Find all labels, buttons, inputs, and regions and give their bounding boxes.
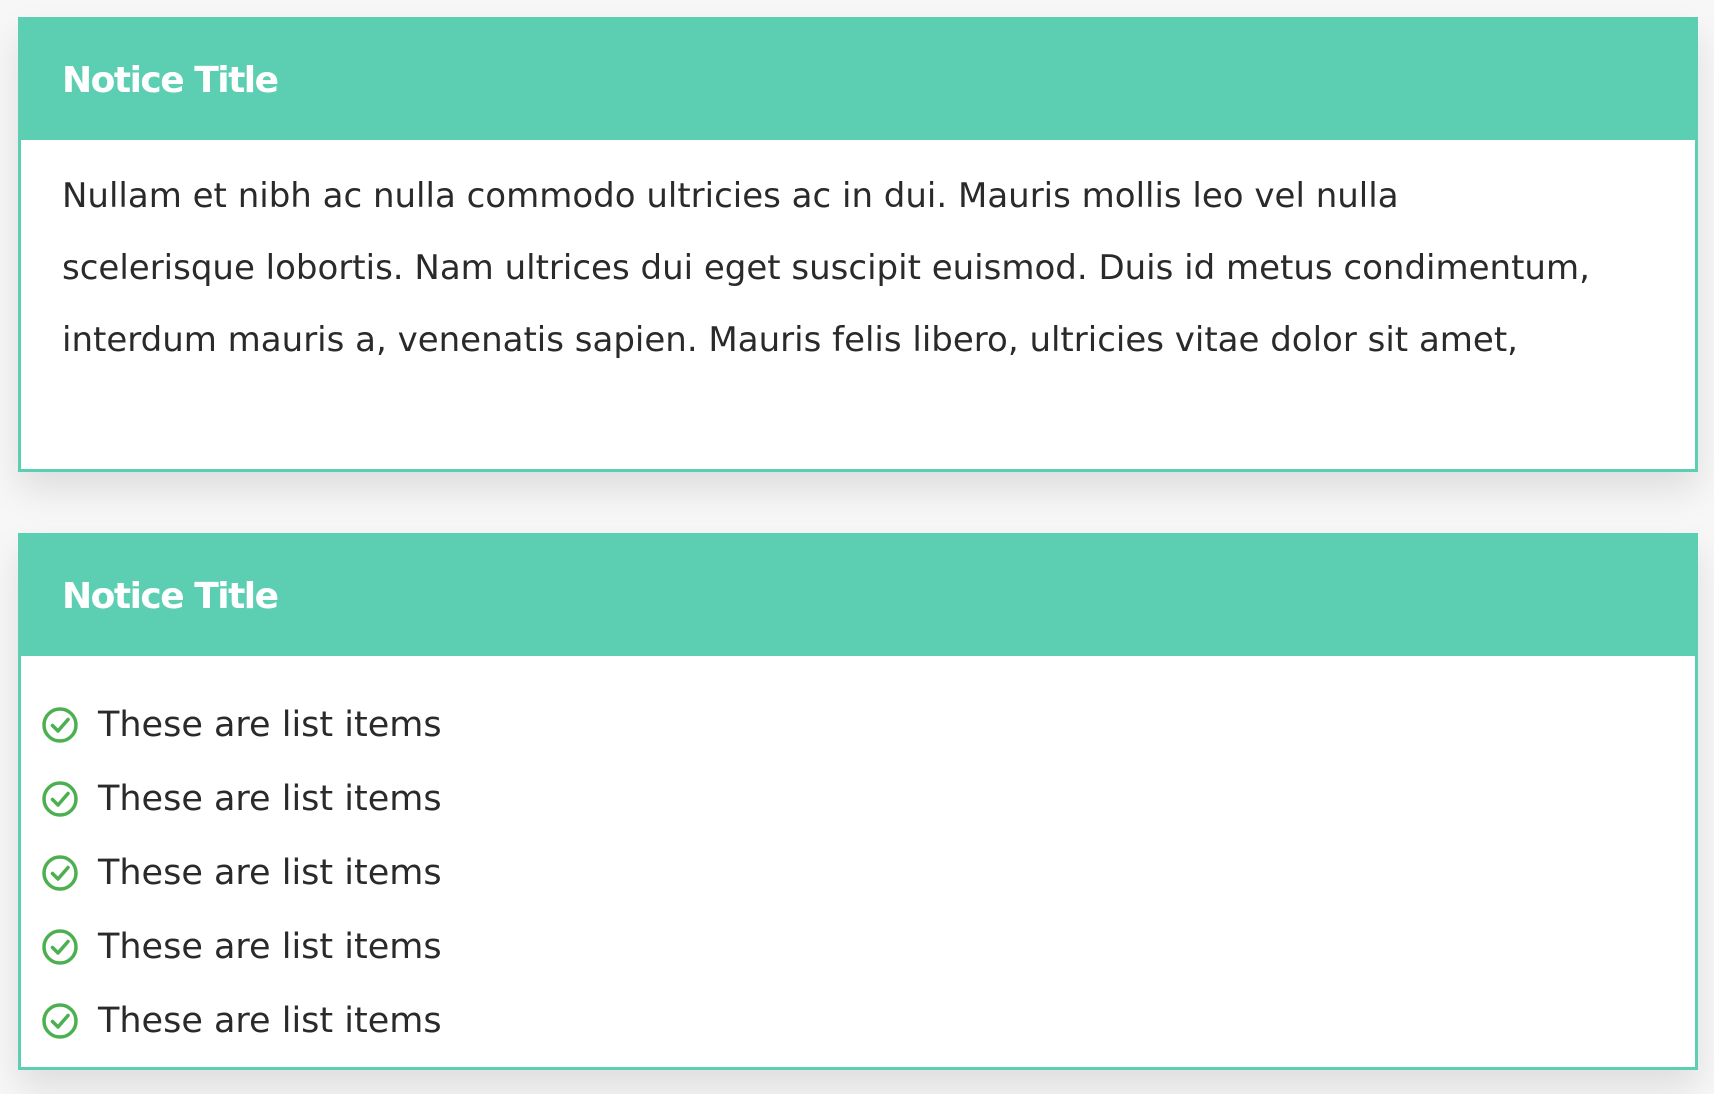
notice-header: Notice Title (21, 20, 1695, 140)
list-item-label: These are list items (98, 853, 442, 893)
list-item: These are list items (41, 762, 1695, 836)
list-item-label: These are list items (98, 927, 442, 967)
notice-body: Nullam et nibh ac nulla commodo ultricie… (62, 176, 1590, 360)
check-circle-icon (42, 1003, 78, 1039)
notice-panel-list: Notice Title These are list items These … (18, 533, 1698, 1070)
list-item: These are list items (41, 910, 1695, 984)
notice-header: Notice Title (21, 536, 1695, 656)
check-circle-icon (42, 781, 78, 817)
list-item-label: These are list items (98, 705, 442, 745)
notice-title: Notice Title (62, 575, 279, 617)
list-item-label: These are list items (98, 1001, 442, 1041)
list-item: These are list items (41, 984, 1695, 1058)
list-item-label: These are list items (98, 779, 442, 819)
check-circle-icon (42, 707, 78, 743)
notice-title: Notice Title (62, 59, 279, 101)
check-circle-icon (42, 855, 78, 891)
check-circle-icon (42, 929, 78, 965)
list-item: These are list items (41, 688, 1695, 762)
notice-panel-text: Notice Title Nullam et nibh ac nulla com… (18, 17, 1698, 472)
check-list: These are list items These are list item… (21, 656, 1695, 1058)
list-item: These are list items (41, 836, 1695, 910)
